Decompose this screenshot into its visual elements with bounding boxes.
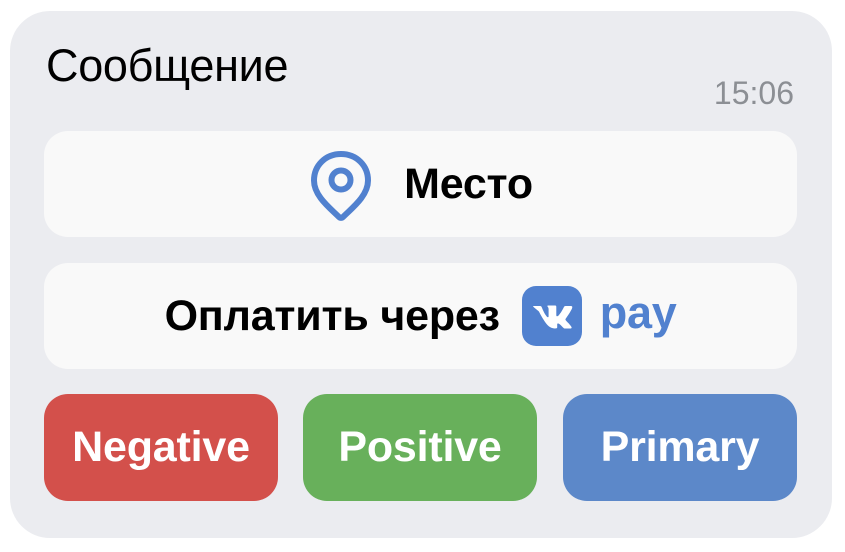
- pay-button-label: Оплатить через: [164, 291, 500, 340]
- vk-pay-button[interactable]: Оплатить через pay: [44, 263, 797, 369]
- message-text: Сообщение: [46, 40, 289, 91]
- location-button[interactable]: Место: [44, 131, 797, 237]
- vk-logo-icon: [521, 286, 582, 346]
- positive-button[interactable]: Positive: [303, 394, 537, 501]
- message-timestamp: 15:06: [713, 75, 794, 111]
- vk-pay-brand-word: pay: [599, 287, 677, 338]
- primary-button-label: Primary: [600, 423, 760, 471]
- message-bubble: Сообщение 15:06 Место Оплатить через pay…: [10, 11, 832, 538]
- positive-button-label: Positive: [338, 423, 502, 471]
- map-pin-icon: [308, 151, 374, 221]
- negative-button[interactable]: Negative: [44, 394, 278, 501]
- primary-button[interactable]: Primary: [563, 394, 797, 501]
- negative-button-label: Negative: [72, 423, 250, 471]
- location-button-label: Место: [404, 159, 533, 208]
